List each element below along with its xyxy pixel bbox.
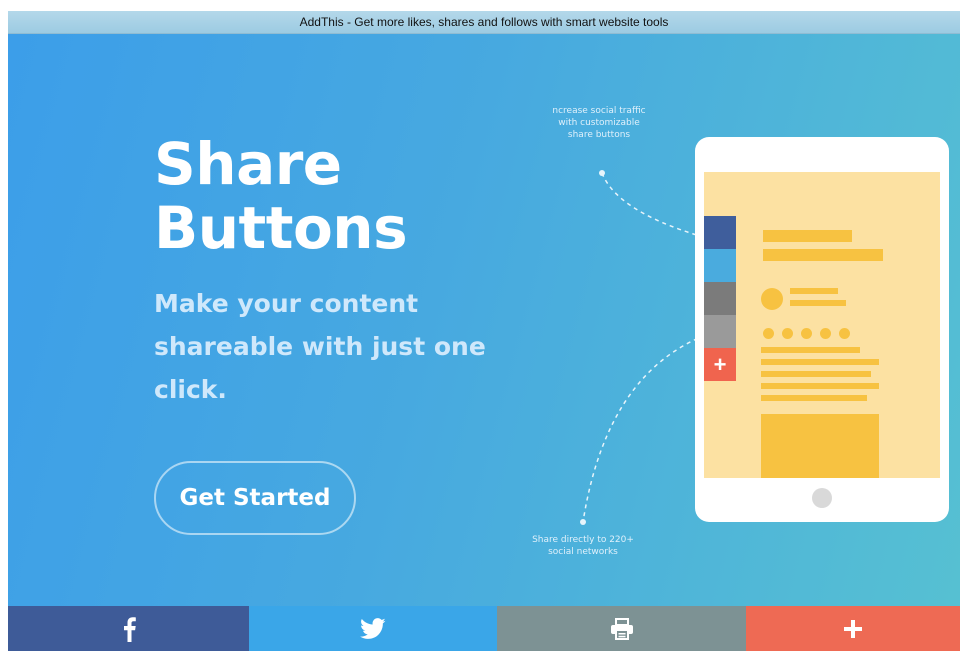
tablet-illustration: + xyxy=(695,137,949,522)
plus-icon: + xyxy=(713,352,727,377)
content-text-bar xyxy=(761,395,867,401)
browser-window: AddThis - Get more likes, shares and fol… xyxy=(8,11,960,651)
facebook-icon xyxy=(123,616,136,642)
share-facebook-button[interactable] xyxy=(8,606,249,651)
content-avatar xyxy=(761,288,783,310)
content-text-bar xyxy=(761,371,871,377)
sidebar-share-twitter xyxy=(704,249,736,282)
curve-dot xyxy=(580,519,586,525)
hero-section: Share Buttons Make your content shareabl… xyxy=(8,34,960,606)
print-icon xyxy=(610,617,633,640)
content-dot xyxy=(763,328,774,339)
share-more-button[interactable] xyxy=(746,606,960,651)
twitter-icon xyxy=(360,617,386,639)
curve-dot xyxy=(599,170,605,176)
content-heading-bar xyxy=(763,249,883,261)
window-title: AddThis - Get more likes, shares and fol… xyxy=(8,11,960,34)
content-text-bar xyxy=(761,383,879,389)
content-meta-bar xyxy=(790,300,846,306)
sidebar-share-email xyxy=(704,315,736,348)
content-dot xyxy=(820,328,831,339)
content-image-block xyxy=(761,414,879,478)
content-heading-bar xyxy=(763,230,852,242)
content-meta-bar xyxy=(790,288,838,294)
share-twitter-button[interactable] xyxy=(249,606,497,651)
tablet-home-button xyxy=(812,488,832,508)
tablet-screen: + xyxy=(704,172,940,478)
share-print-button[interactable] xyxy=(497,606,746,651)
content-dot xyxy=(782,328,793,339)
content-dot xyxy=(801,328,812,339)
content-text-bar xyxy=(761,347,860,353)
sidebar-share-more: + xyxy=(704,348,736,381)
content-dot xyxy=(839,328,850,339)
sidebar-share-print xyxy=(704,282,736,315)
content-text-bar xyxy=(761,359,879,365)
share-bar xyxy=(8,606,960,651)
sidebar-share-facebook xyxy=(704,216,736,249)
plus-icon xyxy=(844,619,862,638)
